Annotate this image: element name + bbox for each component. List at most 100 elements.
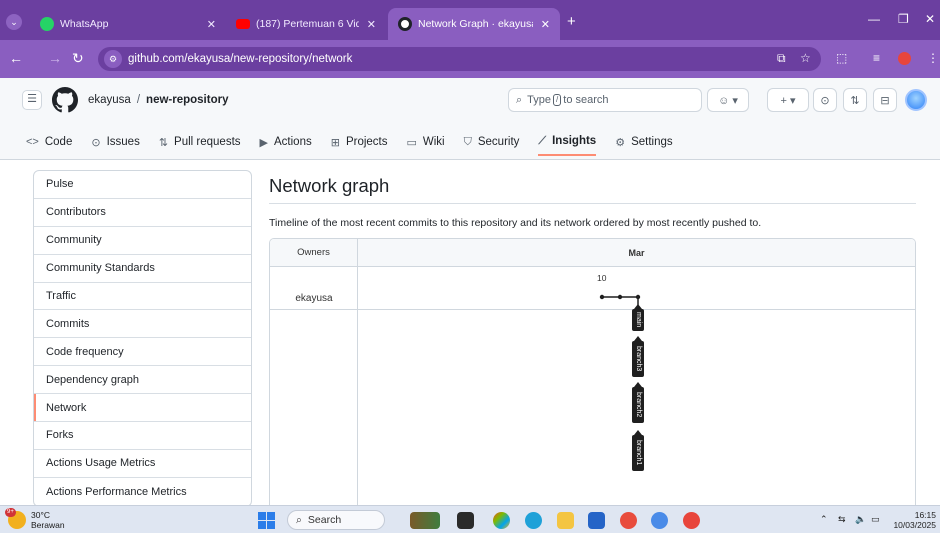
play-icon: ▶ <box>259 136 268 149</box>
whatsapp-icon <box>40 17 54 31</box>
windows-start-icon[interactable] <box>258 512 275 529</box>
search-icon: ⌕ <box>516 93 523 106</box>
sidebar-item-pulse[interactable]: Pulse <box>34 171 251 199</box>
network-icon[interactable]: ⇆ <box>838 514 846 525</box>
network-graph[interactable]: Owners Mar ekayusa 10 main branch3 branc… <box>269 238 916 518</box>
repo-nav: <> Code ⊙ Issues ⇅ Pull requests ▶ Actions ⊞… <box>26 128 692 160</box>
sidebar-item-actions-performance-metrics[interactable]: Actions Performance Metrics <box>34 478 251 506</box>
breadcrumb-separator: / <box>136 94 141 106</box>
sidebar-item-contributors[interactable]: Contributors <box>34 199 251 227</box>
sidebar-item-dependency-graph[interactable]: Dependency graph <box>34 366 251 395</box>
widget-app-icon[interactable] <box>410 512 440 529</box>
taskbar-search[interactable]: ⌕ Search <box>287 510 385 530</box>
show-hidden-icons-icon[interactable]: ⌃ <box>820 514 828 525</box>
tab-actions[interactable]: ▶ Actions <box>260 128 312 156</box>
close-window-icon[interactable]: ✕ <box>925 12 935 26</box>
sidebar-item-commits[interactable]: Commits <box>34 310 251 339</box>
copilot-app-icon[interactable] <box>493 512 510 529</box>
more-menu-icon[interactable]: ⋮ <box>927 51 939 65</box>
create-new-button[interactable]: + ▾ <box>767 88 809 112</box>
chrome-profile-icon[interactable] <box>651 512 668 529</box>
tab-label: Settings <box>631 136 673 148</box>
search-input[interactable]: ⌕ Type / to search <box>508 88 702 112</box>
github-icon <box>398 17 412 31</box>
inbox-button[interactable]: ⊟ <box>873 88 897 112</box>
temperature: 30°C <box>31 510 50 520</box>
taskbar-search-label: Search <box>307 514 342 526</box>
copilot-icon: ☺ ▾ <box>718 94 738 107</box>
reading-list-icon[interactable]: ≡ <box>873 51 880 65</box>
install-app-icon[interactable]: ⧉ <box>777 51 786 66</box>
chrome-profile-2-icon[interactable] <box>683 512 700 529</box>
sidebar-item-forks[interactable]: Forks <box>34 422 251 450</box>
table-icon: ⊞ <box>330 136 340 149</box>
extensions-icon[interactable]: ⬚ <box>836 51 847 65</box>
reload-icon[interactable]: ↻ <box>72 50 84 67</box>
maximize-icon[interactable]: ❐ <box>898 12 909 26</box>
commit-dot[interactable] <box>599 294 605 300</box>
tab-code[interactable]: <> Code <box>26 128 72 156</box>
clock-date: 10/03/2025 <box>893 520 936 530</box>
sidebar-item-community-standards[interactable]: Community Standards <box>34 255 251 283</box>
commit-dot[interactable] <box>617 294 623 300</box>
windows-taskbar: 9+ 30°C Berawan ⌕ Search ⌃ ⇆ 🔈 ▭ 16:15 1… <box>0 505 940 533</box>
tab-insights[interactable]: ⟋ Insights <box>538 128 597 156</box>
store-icon[interactable] <box>588 512 605 529</box>
repo-link[interactable]: new-repository <box>146 94 228 106</box>
avatar[interactable] <box>905 89 927 111</box>
issues-button[interactable]: ⊙ <box>813 88 837 112</box>
tab-settings[interactable]: ⚙ Settings <box>615 128 672 156</box>
tab-label: Actions <box>274 136 312 148</box>
sidebar-item-network[interactable]: Network <box>34 394 251 423</box>
commit-dot[interactable] <box>635 294 641 300</box>
file-explorer-icon[interactable] <box>557 512 574 529</box>
sidebar-item-actions-usage-metrics[interactable]: Actions Usage Metrics <box>34 450 251 478</box>
copilot-button[interactable]: ☺ ▾ <box>707 88 749 112</box>
tab-projects[interactable]: ⊞ Projects <box>331 128 388 156</box>
search-suffix: to search <box>563 94 609 106</box>
title-divider <box>269 203 916 204</box>
bookmark-star-icon[interactable]: ☆ <box>800 51 811 65</box>
shield-icon: ⛉ <box>463 135 472 148</box>
branch-label-branch2[interactable]: branch2 <box>632 382 644 423</box>
weather-icon: 9+ <box>5 508 26 529</box>
task-view-icon[interactable] <box>457 512 474 529</box>
forward-icon[interactable]: → <box>48 50 62 66</box>
close-icon[interactable]: ✕ <box>207 18 216 31</box>
close-icon[interactable]: ✕ <box>541 18 550 31</box>
battery-icon[interactable]: ▭ <box>871 514 880 525</box>
volume-icon[interactable]: 🔈 <box>855 514 866 525</box>
github-logo-icon[interactable] <box>52 87 78 113</box>
tab-whatsapp[interactable]: WhatsApp ✕ <box>30 8 226 40</box>
tab-label: Wiki <box>422 136 445 148</box>
tab-youtube[interactable]: (187) Pertemuan 6 Video 49 - Y ✕ <box>226 8 386 40</box>
system-clock[interactable]: 16:15 10/03/2025 <box>890 510 936 530</box>
hamburger-menu-icon[interactable]: ☰ <box>22 90 42 110</box>
tab-issues[interactable]: ⊙ Issues <box>91 128 139 156</box>
branch-label-branch1[interactable]: branch1 <box>632 430 644 471</box>
new-tab-icon[interactable]: + <box>567 14 576 29</box>
profile-icon[interactable] <box>898 52 911 65</box>
sidebar-item-code-frequency[interactable]: Code frequency <box>34 338 251 367</box>
site-info-icon[interactable]: ⚙ <box>104 50 122 68</box>
branch-label-branch3[interactable]: branch3 <box>632 336 644 377</box>
tab-pull-requests[interactable]: ⇅ Pull requests <box>159 128 241 156</box>
sidebar-item-community[interactable]: Community <box>34 227 251 255</box>
tab-security[interactable]: ⛉ Security <box>464 128 520 156</box>
address-bar[interactable]: ⚙ github.com/ekayusa/new-repository/netw… <box>98 47 821 71</box>
browser-toolbar: ← → ↻ ⚙ github.com/ekayusa/new-repositor… <box>0 40 940 78</box>
sidebar-item-traffic[interactable]: Traffic <box>34 283 251 311</box>
chrome-icon[interactable] <box>620 512 637 529</box>
back-icon[interactable]: ← <box>9 50 23 66</box>
tab-network-graph[interactable]: Network Graph · ekayusa/new ✕ <box>388 8 560 40</box>
close-icon[interactable]: ✕ <box>367 18 376 31</box>
weather-widget[interactable]: 9+ 30°C Berawan <box>5 508 65 530</box>
tab-search-chevron-icon[interactable]: ⌄ <box>6 14 22 30</box>
tab-wiki[interactable]: ▭ Wiki <box>406 128 444 156</box>
owner-link[interactable]: ekayusa <box>88 94 131 106</box>
tab-label: Insights <box>552 135 597 147</box>
minimize-icon[interactable]: — <box>868 12 880 26</box>
edge-icon[interactable] <box>525 512 542 529</box>
branch-label-main[interactable]: main <box>632 304 644 331</box>
pull-requests-button[interactable]: ⇅ <box>843 88 867 112</box>
